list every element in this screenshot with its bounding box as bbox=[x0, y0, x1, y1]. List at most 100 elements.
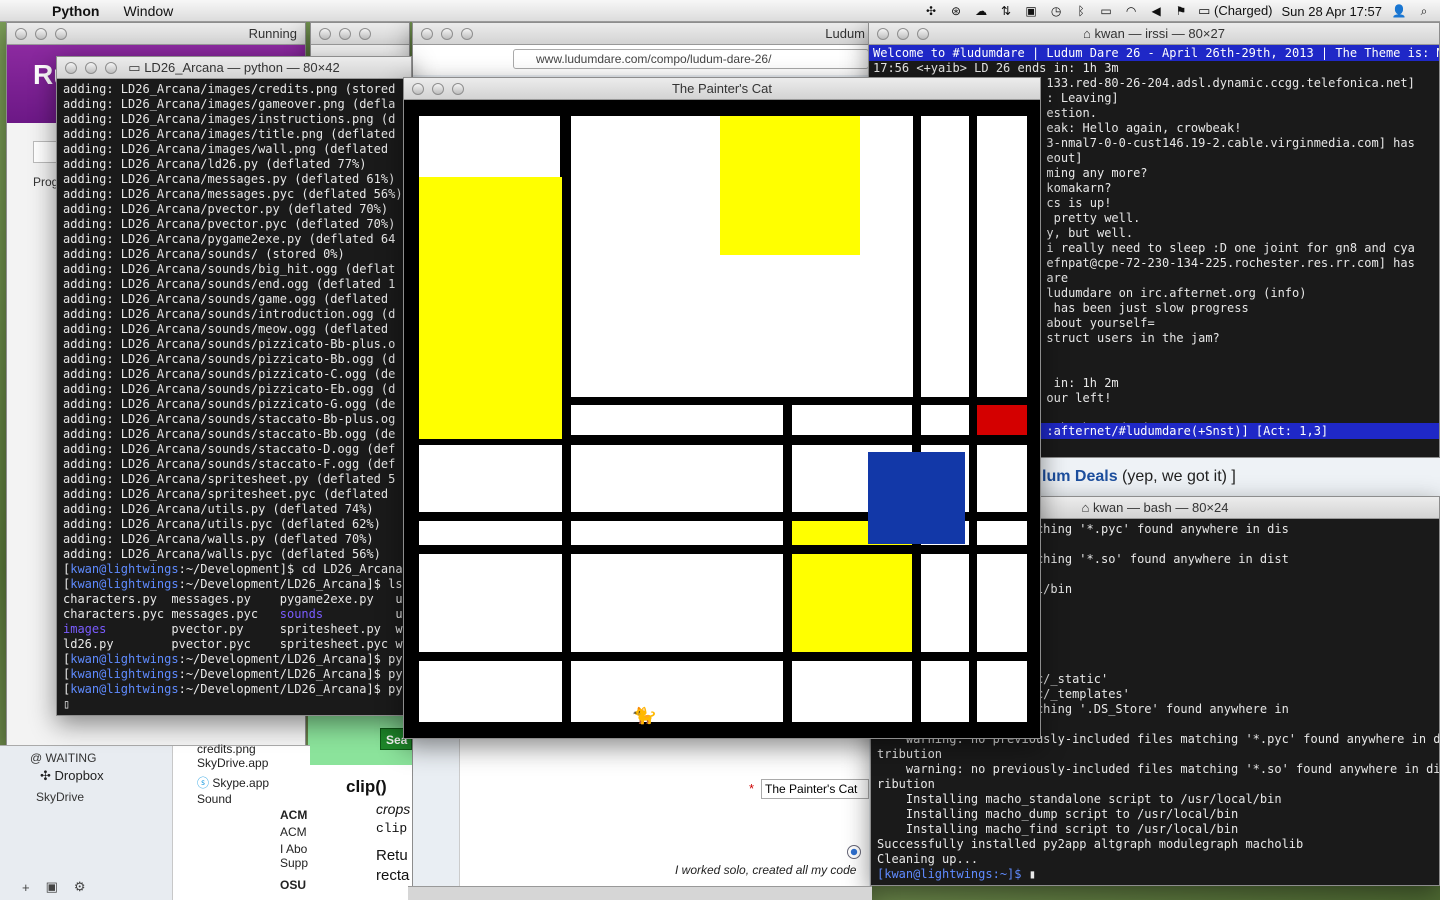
terminal-line: adding: LD26_Arcana/walls.py (deflated 7… bbox=[63, 532, 374, 546]
terminal-line: adding: LD26_Arcana/sounds/pizzicato-G.o… bbox=[63, 397, 396, 411]
radio-button[interactable] bbox=[847, 845, 861, 859]
minimize-button[interactable] bbox=[339, 28, 351, 40]
minimize-button[interactable] bbox=[897, 28, 909, 40]
dropbox-icon[interactable]: ✣ bbox=[923, 4, 939, 18]
zoom-button[interactable] bbox=[461, 28, 473, 40]
menu-window[interactable]: Window bbox=[111, 3, 185, 19]
zoom-button[interactable] bbox=[55, 28, 67, 40]
sidebar-item-skydrive[interactable]: SkyDrive bbox=[36, 790, 84, 804]
url-bar[interactable]: www.ludumdare.com/compo/ludum-dare-26/ bbox=[513, 49, 869, 69]
acm-line: Supp bbox=[280, 856, 309, 870]
folder-icon: ▭ bbox=[128, 60, 145, 75]
terminal-line: [kwan@lightwings:~/Development/LD26_Arca… bbox=[63, 652, 411, 666]
display-icon[interactable]: ▭ bbox=[1098, 4, 1114, 18]
doc-panel: clip() crops clip Retu recta bbox=[308, 765, 412, 900]
white-panel bbox=[921, 661, 969, 722]
game-titlebar[interactable]: The Painter's Cat bbox=[404, 78, 1040, 100]
terminal-line: adding: LD26_Arcana/sounds/pizzicato-C.o… bbox=[63, 367, 396, 381]
close-button[interactable] bbox=[421, 28, 433, 40]
sidebar-toggle-icon[interactable]: ▣ bbox=[46, 879, 58, 895]
white-panel bbox=[571, 521, 783, 545]
flag-icon[interactable]: ⚑ bbox=[1173, 4, 1189, 18]
minimize-button[interactable] bbox=[441, 28, 453, 40]
terminal-line: adding: LD26_Arcana/images/instructions.… bbox=[63, 112, 396, 126]
close-button[interactable] bbox=[319, 28, 331, 40]
terminal-line: adding: LD26_Arcana/walls.pyc (deflated … bbox=[63, 547, 381, 561]
deals-link[interactable]: lum Deals bbox=[1042, 468, 1118, 485]
terminal-line: adding: LD26_Arcana/images/gameover.png … bbox=[63, 97, 396, 111]
doc-returns: Retu bbox=[376, 847, 408, 864]
terminal-line: [kwan@lightwings:~/Development]$ cd LD26… bbox=[63, 562, 403, 576]
entry-title-input[interactable]: The Painter's Cat bbox=[761, 779, 869, 799]
small-titlebar[interactable] bbox=[311, 23, 409, 45]
white-panel bbox=[921, 554, 969, 652]
file-item[interactable]: ⓢ Skype.app bbox=[197, 774, 269, 791]
terminal-line: adding: LD26_Arcana/sounds/staccato-F.og… bbox=[63, 457, 396, 471]
close-button[interactable] bbox=[15, 28, 27, 40]
transfer-icon[interactable]: ⇅ bbox=[998, 4, 1014, 18]
game-title: The Painter's Cat bbox=[671, 81, 773, 96]
white-panel bbox=[977, 116, 1027, 397]
terminal-titlebar[interactable]: ▭ LD26_Arcana — python — 80×42 bbox=[57, 57, 411, 79]
close-button[interactable] bbox=[877, 28, 889, 40]
running-titlebar[interactable]: Running bbox=[7, 23, 305, 45]
terminal-line: adding: LD26_Arcana/messages.py (deflate… bbox=[63, 172, 396, 186]
minimize-button[interactable] bbox=[85, 62, 97, 74]
minimize-button[interactable] bbox=[35, 28, 47, 40]
doc-mono: clip bbox=[376, 821, 408, 836]
terminal-line: images pvector.py spritesheet.py w bbox=[63, 622, 403, 636]
close-button[interactable] bbox=[412, 83, 424, 95]
terminal-line: adding: LD26_Arcana/sounds/big_hit.ogg (… bbox=[63, 262, 396, 276]
file-item[interactable]: SkyDrive.app bbox=[197, 756, 268, 770]
file-item[interactable]: Sound bbox=[197, 792, 232, 806]
irssi-titlebar[interactable]: ⌂ kwan — irssi — 80×27 bbox=[869, 23, 1439, 45]
volume-icon[interactable]: ◀ bbox=[1148, 4, 1164, 18]
spotlight-search-icon[interactable]: ⌕ bbox=[1416, 4, 1432, 18]
dropbox-icon: ✣ bbox=[40, 768, 55, 783]
terminal-line: adding: LD26_Arcana/pygame2exe.py (defla… bbox=[63, 232, 396, 246]
zoom-button[interactable] bbox=[917, 28, 929, 40]
zoom-button[interactable] bbox=[359, 28, 371, 40]
irc-line: 17:56 <+yaib> LD 26 ends in: 1h 3m bbox=[873, 61, 1119, 75]
battery-status[interactable]: ▭ (Charged) bbox=[1198, 3, 1272, 19]
white-panel bbox=[977, 661, 1027, 722]
home-icon: ⌂ bbox=[1083, 26, 1095, 41]
sidebar-item-dropbox[interactable]: ✣ Dropbox bbox=[40, 768, 104, 784]
skype-icon[interactable]: ⊛ bbox=[948, 4, 964, 18]
zoom-button[interactable] bbox=[452, 83, 464, 95]
file-item[interactable]: credits.png bbox=[197, 742, 256, 756]
sidebar-waiting[interactable]: @ WAITING bbox=[30, 751, 96, 765]
terminal-line: adding: LD26_Arcana/sounds/ (stored 0%) bbox=[63, 247, 345, 261]
deals-banner: lum Deals (yep, we got it) ] bbox=[1040, 458, 1440, 496]
battery-icon: ▭ bbox=[1198, 3, 1211, 18]
close-button[interactable] bbox=[65, 62, 77, 74]
wifi-icon[interactable]: ◠ bbox=[1123, 4, 1139, 18]
terminal-line: adding: LD26_Arcana/sounds/meow.ogg (def… bbox=[63, 322, 396, 336]
user-icon[interactable]: 👤 bbox=[1391, 4, 1407, 18]
menu-app-python[interactable]: Python bbox=[40, 3, 111, 19]
zoom-button[interactable] bbox=[105, 62, 117, 74]
bash-line: Installing macho_dump script to /usr/loc… bbox=[877, 807, 1239, 821]
white-panel bbox=[977, 445, 1027, 512]
terminal-line: characters.py messages.py pygame2exe.py … bbox=[63, 592, 403, 606]
terminal-line: adding: LD26_Arcana/sounds/end.ogg (defl… bbox=[63, 277, 396, 291]
clock[interactable]: Sun 28 Apr 17:57 bbox=[1282, 4, 1382, 19]
browser-titlebar[interactable]: Ludum bbox=[413, 23, 871, 45]
gear-icon[interactable]: ⚙ bbox=[74, 879, 86, 895]
terminal-line: characters.pyc messages.pyc sounds u bbox=[63, 607, 403, 621]
terminal-title: LD26_Arcana — python — 80×42 bbox=[144, 60, 340, 75]
minimize-button[interactable] bbox=[432, 83, 444, 95]
game-controller-icon[interactable]: ▣ bbox=[1023, 4, 1039, 18]
bash-line: warning: no previously-included files ma… bbox=[877, 762, 1439, 776]
bash-line: Installing macho_standalone script to /u… bbox=[877, 792, 1282, 806]
add-icon[interactable]: + bbox=[22, 880, 30, 895]
home-icon: ⌂ bbox=[1081, 500, 1093, 515]
bash-line: ribution bbox=[877, 777, 935, 791]
bluetooth-icon[interactable]: ᛒ bbox=[1073, 4, 1089, 18]
terminal-line: adding: LD26_Arcana/sounds/pizzicato-Eb.… bbox=[63, 382, 396, 396]
time-machine-icon[interactable]: ◷ bbox=[1048, 4, 1064, 18]
game-canvas[interactable]: 🐈 bbox=[404, 100, 1040, 738]
terminal-output[interactable]: adding: LD26_Arcana/images/credits.png (… bbox=[57, 79, 411, 715]
terminal-line: adding: LD26_Arcana/sounds/pizzicato-Bb-… bbox=[63, 337, 396, 351]
cloud-icon[interactable]: ☁ bbox=[973, 4, 989, 18]
